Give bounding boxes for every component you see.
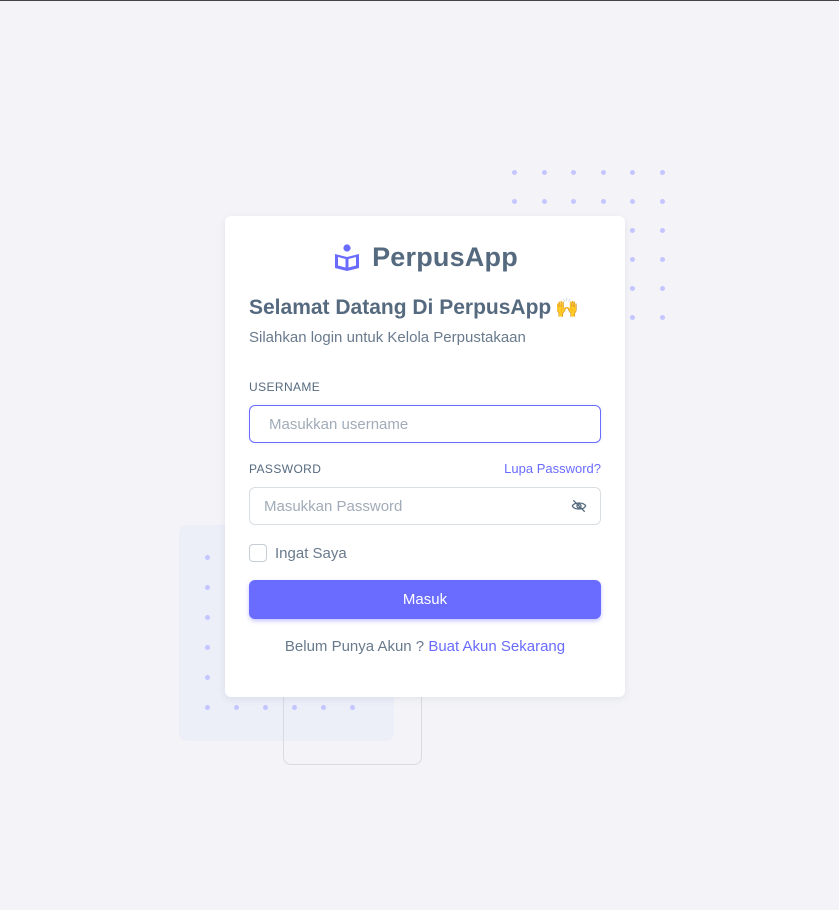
raised-hands-icon: 🙌: [555, 298, 579, 319]
decorative-dot: [659, 228, 665, 233]
decorative-dot: [512, 170, 517, 175]
username-input[interactable]: [249, 405, 601, 443]
decorative-dot: [205, 675, 210, 680]
username-group: USERNAME: [249, 380, 601, 443]
username-label: USERNAME: [249, 380, 321, 394]
password-input[interactable]: [249, 487, 601, 525]
decorative-dot: [541, 170, 547, 175]
decorative-dot: [659, 315, 665, 320]
decorative-dot: [263, 705, 268, 710]
decorative-dot: [571, 199, 576, 204]
decorative-dot: [630, 228, 635, 233]
decorative-dot: [630, 199, 635, 204]
decorative-dot: [205, 705, 210, 710]
decorative-dot: [630, 286, 635, 291]
remember-me-checkbox[interactable]: [249, 544, 267, 562]
remember-me-label[interactable]: Ingat Saya: [275, 545, 347, 562]
decorative-dot: [630, 170, 635, 175]
decorative-dot: [659, 286, 665, 291]
decorative-dot: [205, 585, 210, 590]
remember-me-row: Ingat Saya: [249, 544, 601, 562]
brand: PerpusApp: [249, 240, 601, 274]
welcome-title: Selamat Datang Di PerpusApp 🙌: [249, 296, 601, 320]
eye-off-icon[interactable]: [571, 498, 587, 514]
decorative-dot: [630, 315, 635, 320]
welcome-subtitle: Silahkan login untuk Kelola Perpustakaan: [249, 329, 526, 346]
login-button[interactable]: Masuk: [249, 580, 601, 619]
brand-name: PerpusApp: [372, 241, 518, 272]
signup-prompt-text: Belum Punya Akun ?: [284, 638, 425, 655]
book-reader-icon: [332, 242, 362, 272]
decorative-dot: [541, 199, 547, 204]
decorative-dot: [512, 199, 517, 204]
decorative-dot: [659, 257, 665, 262]
decorative-dot: [234, 705, 239, 710]
decorative-dot: [205, 555, 210, 560]
window-top-border: [0, 0, 839, 1]
forgot-password-link[interactable]: Lupa Password?: [504, 461, 601, 476]
welcome-title-text: Selamat Datang Di PerpusApp: [249, 296, 552, 319]
login-page: PerpusApp Selamat Datang Di PerpusApp 🙌 …: [0, 0, 839, 910]
login-card: PerpusApp Selamat Datang Di PerpusApp 🙌 …: [225, 216, 625, 697]
decorative-dot: [205, 645, 210, 650]
password-label: PASSWORD: [249, 461, 322, 476]
decorative-dot: [571, 170, 576, 175]
password-label-row: PASSWORD Lupa Password?: [249, 461, 601, 476]
decorative-dot: [659, 170, 665, 175]
decorative-dot: [600, 170, 606, 175]
password-group: PASSWORD Lupa Password?: [249, 461, 601, 525]
password-field-wrapper: [249, 487, 601, 525]
decorative-dot: [600, 199, 606, 204]
decorative-dot: [205, 615, 210, 620]
signup-link[interactable]: Buat Akun Sekarang: [428, 638, 565, 655]
signup-prompt: Belum Punya Akun ? Buat Akun Sekarang: [249, 638, 601, 655]
decorative-dot: [659, 199, 665, 204]
decorative-dot: [630, 257, 635, 262]
